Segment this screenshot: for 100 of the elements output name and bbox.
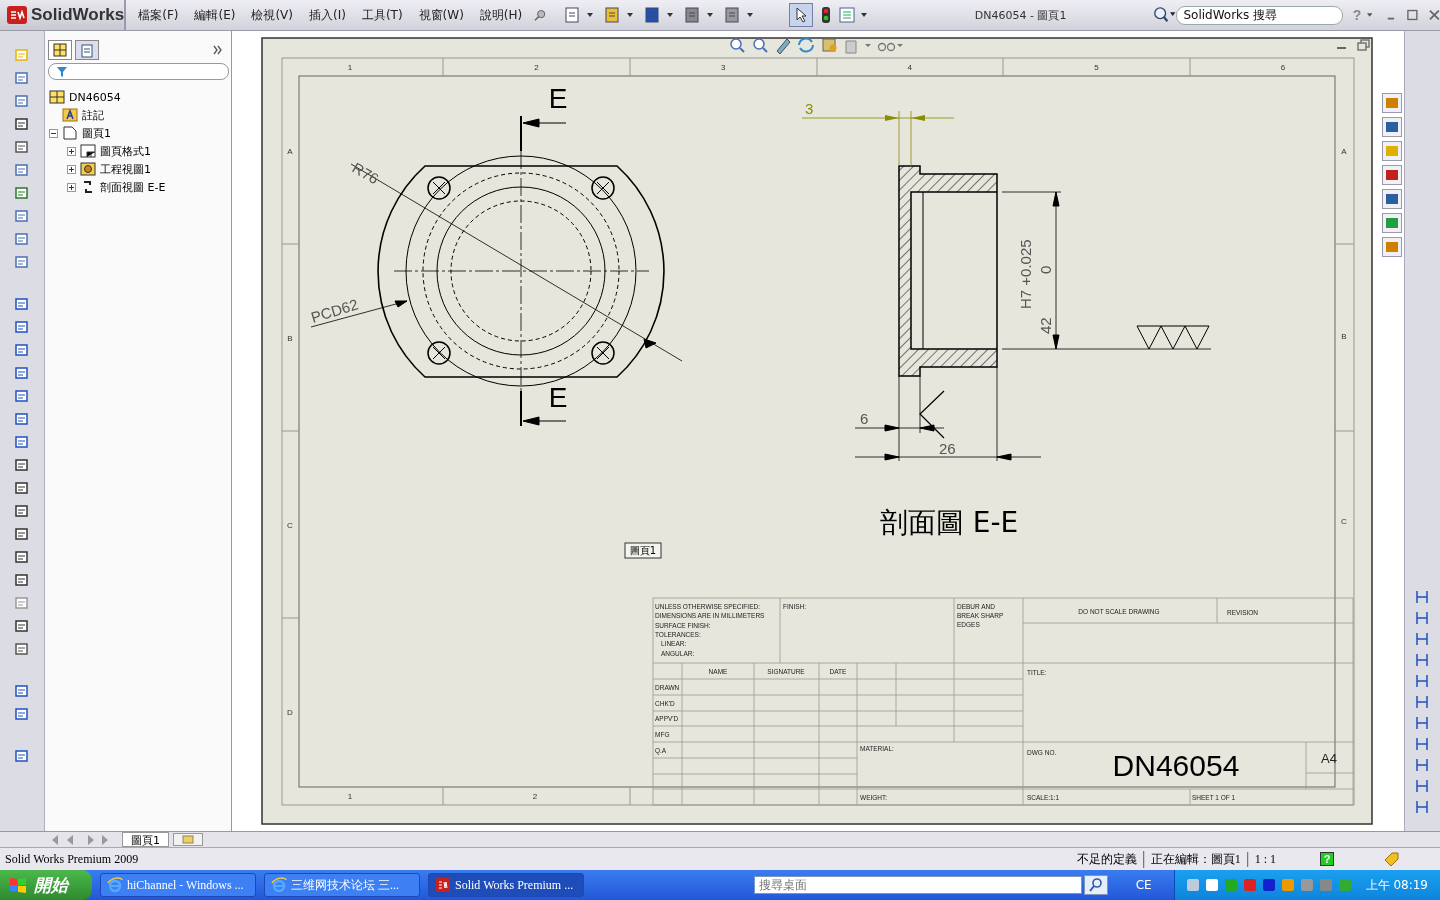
property-tab[interactable] xyxy=(75,40,99,60)
search-field[interactable]: SolidWorks 搜尋 xyxy=(1176,5,1343,25)
box-icon[interactable] xyxy=(14,526,30,542)
drawing-icon xyxy=(49,90,65,104)
dimension-text: 42 xyxy=(1037,317,1054,334)
list-icon[interactable] xyxy=(838,7,855,23)
desktop-search-field[interactable]: 搜尋桌面 xyxy=(753,876,1082,894)
funnel-icon xyxy=(56,65,68,78)
dimension-icon[interactable] xyxy=(1414,715,1430,731)
zoom-fit-icon[interactable] xyxy=(730,38,745,53)
drawing-view-icon xyxy=(80,162,96,176)
menu-item[interactable]: 檢視(V) xyxy=(243,6,301,24)
dimension-text: 6 xyxy=(860,410,869,427)
dimension-icon[interactable] xyxy=(1414,610,1430,626)
display-style-icon[interactable] xyxy=(822,38,837,52)
view-caption: 剖面圖 E-E xyxy=(879,506,1019,539)
zone-label: B xyxy=(1341,332,1347,341)
dimension-text: 26 xyxy=(939,440,956,457)
select-button[interactable] xyxy=(788,3,813,27)
table-icon[interactable] xyxy=(14,70,30,86)
dimension-text: 3 xyxy=(805,100,814,117)
app-name: SolidWorks xyxy=(31,5,125,25)
zone-label: C xyxy=(287,521,293,530)
zoom-area-icon[interactable] xyxy=(753,38,768,53)
zone-label: A xyxy=(287,147,293,156)
menu-item[interactable]: 檔案(F) xyxy=(130,6,187,24)
zone-label: 1 xyxy=(347,792,353,801)
zone-label: 6 xyxy=(1280,63,1286,72)
document-icon[interactable] xyxy=(562,6,581,24)
dimension-text: 0 xyxy=(1037,265,1054,274)
expand-icon[interactable] xyxy=(213,45,223,55)
caret-icon[interactable] xyxy=(706,13,713,17)
expand-toggle-icon[interactable] xyxy=(67,182,76,192)
close-icon[interactable] xyxy=(1429,9,1440,21)
caret-icon[interactable] xyxy=(666,13,673,17)
search-icon[interactable] xyxy=(1083,875,1108,895)
caret-icon[interactable] xyxy=(586,13,593,17)
dimension-icon[interactable] xyxy=(1414,652,1430,668)
sheet-label: 圖頁1 xyxy=(624,542,662,559)
status-text: 不足的定義 xyxy=(1075,850,1138,868)
app-badge-icon xyxy=(435,877,451,893)
taskbar-button[interactable]: hiChannel - Windows ... xyxy=(100,873,256,897)
section-label: E xyxy=(548,83,568,114)
expand-toggle-icon[interactable] xyxy=(67,164,76,174)
dimension-icon[interactable] xyxy=(1414,631,1430,647)
expand-toggle-icon[interactable] xyxy=(67,146,76,156)
sheet-format-icon xyxy=(80,144,96,158)
caret-icon[interactable] xyxy=(1367,13,1373,17)
tree-item[interactable]: 剖面視圖 E-E xyxy=(100,179,166,195)
browser-e-icon xyxy=(107,877,123,893)
dimension-text: H7 +0.025 xyxy=(1017,239,1034,309)
taskbar-button[interactable]: Solid Works Premium ... xyxy=(428,873,584,897)
taskbar-button[interactable]: 三维网技术论坛 三... xyxy=(264,873,420,897)
box-icon[interactable] xyxy=(14,641,30,657)
status-text: Solid Works Premium 2009 xyxy=(5,851,139,867)
section-label: E xyxy=(548,382,568,413)
cursor-arrow-icon xyxy=(794,7,807,23)
dimension-icon[interactable] xyxy=(1414,694,1430,710)
status-text: 正在編輯：圖頁1 xyxy=(1142,850,1247,868)
zone-label: 5 xyxy=(1094,63,1099,72)
zone-label: C xyxy=(1341,517,1347,526)
feature-tree-tab[interactable] xyxy=(48,40,72,60)
menu-item[interactable]: 說明(H) xyxy=(471,6,531,24)
sheet-tab[interactable]: 圖頁1 xyxy=(122,832,169,847)
zone-label: B xyxy=(287,334,293,343)
rotate-icon[interactable] xyxy=(798,37,814,53)
tree-item[interactable]: 圖頁格式1 xyxy=(100,143,151,159)
caret-icon[interactable] xyxy=(860,13,867,17)
table-icon[interactable] xyxy=(14,254,30,270)
dimension-icon[interactable] xyxy=(1414,757,1430,773)
search-icon[interactable] xyxy=(1153,5,1177,25)
language-indicator[interactable]: CE xyxy=(1135,878,1152,892)
browser-e-icon xyxy=(271,877,287,893)
zone-label: 1 xyxy=(347,63,353,72)
restore-icon[interactable] xyxy=(1357,39,1370,51)
tree-item[interactable]: 工程視圖1 xyxy=(100,161,151,177)
annotation-folder-icon xyxy=(62,108,78,122)
tree-item[interactable]: DN46054 xyxy=(69,90,121,104)
glasses-icon[interactable] xyxy=(877,42,903,52)
tree-item[interactable]: 圖頁1 xyxy=(82,125,111,141)
caret-icon[interactable] xyxy=(746,13,753,17)
status-text: 1 : 1 xyxy=(1246,851,1282,867)
traffic-light-icon[interactable] xyxy=(820,6,831,24)
expand-toggle-icon[interactable] xyxy=(49,128,58,138)
menu-item[interactable]: 編輯(E) xyxy=(186,6,244,24)
filter-field[interactable] xyxy=(48,63,229,80)
menu-item[interactable]: 視窗(W) xyxy=(410,6,472,24)
caret-icon[interactable] xyxy=(626,13,633,17)
add-sheet-icon[interactable] xyxy=(173,833,203,846)
menu-item[interactable]: 工具(T) xyxy=(353,6,411,24)
zone-label: 3 xyxy=(720,63,726,72)
windows-flag-icon xyxy=(8,876,28,894)
table-icon[interactable] xyxy=(14,162,30,178)
maximize-icon[interactable] xyxy=(1407,9,1419,21)
table-icon[interactable] xyxy=(14,748,30,764)
box-icon[interactable] xyxy=(14,503,30,519)
zone-label: 4 xyxy=(907,63,913,72)
zone-label: A xyxy=(1341,147,1347,156)
tree-item[interactable]: 註記 xyxy=(82,107,104,123)
menu-item[interactable]: 插入(I) xyxy=(301,6,354,24)
